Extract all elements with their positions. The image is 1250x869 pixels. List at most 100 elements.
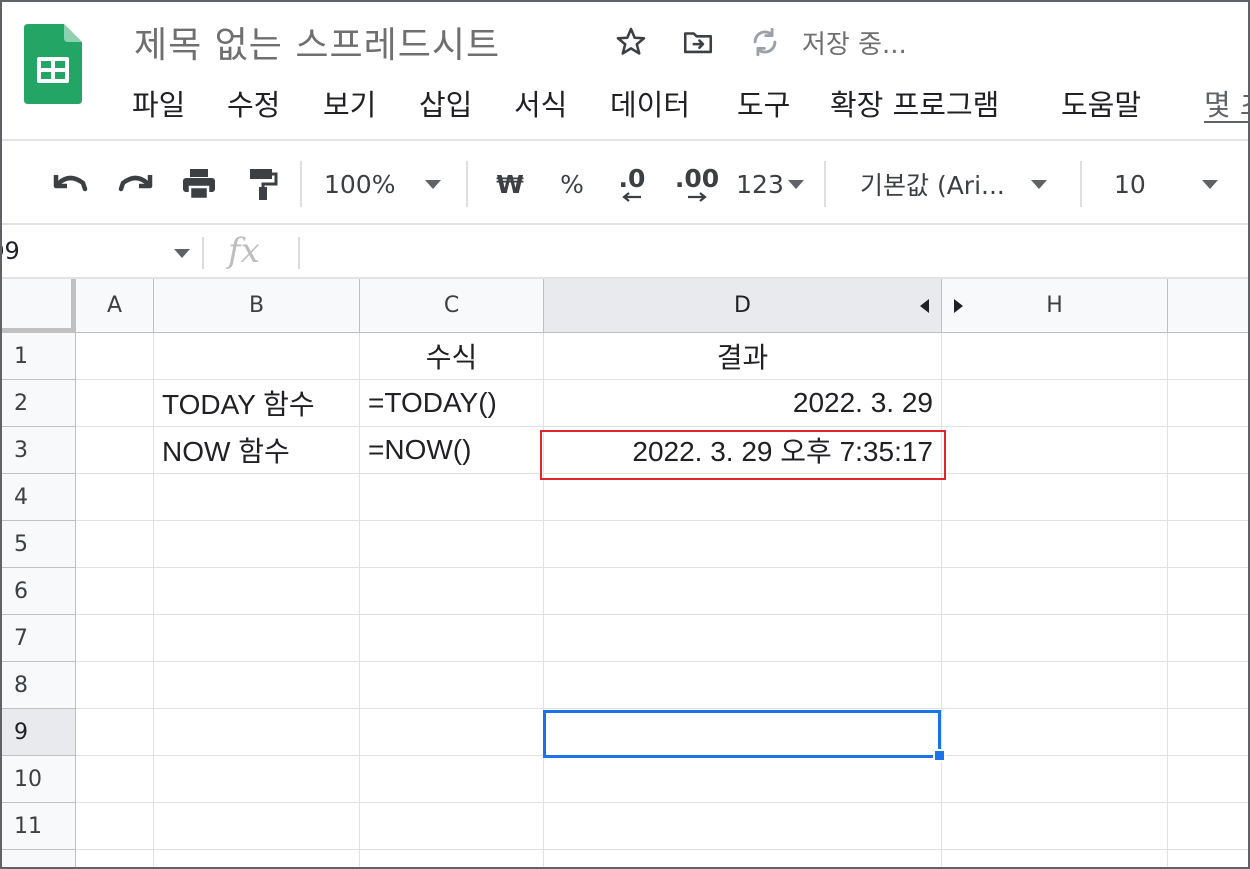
undo-button[interactable] <box>46 141 96 227</box>
grid-cell[interactable] <box>942 662 1168 709</box>
select-all-corner[interactable] <box>2 279 76 333</box>
grid-cell[interactable] <box>76 756 154 803</box>
grid-cell[interactable] <box>942 333 1168 380</box>
row-header-6[interactable]: 6 <box>2 568 76 615</box>
grid-cell[interactable] <box>76 474 154 521</box>
grid-cell[interactable] <box>942 850 1168 867</box>
column-header-b[interactable]: B <box>154 279 360 333</box>
grid-cell[interactable] <box>544 850 942 867</box>
grid-cell[interactable] <box>360 850 544 867</box>
grid-cell[interactable] <box>76 427 154 474</box>
grid-cell[interactable] <box>154 521 360 568</box>
print-button[interactable] <box>174 141 224 227</box>
column-header-a[interactable]: A <box>76 279 154 333</box>
paint-format-button[interactable] <box>238 141 288 227</box>
column-header-h[interactable]: H <box>942 279 1168 333</box>
increase-decimal-button[interactable]: .00 <box>668 141 726 227</box>
currency-format-button[interactable]: ₩ <box>488 141 532 227</box>
hidden-columns-right-arrow-icon[interactable] <box>954 299 963 313</box>
grid-cell[interactable] <box>360 568 544 615</box>
grid-cell[interactable] <box>1168 615 1248 662</box>
cell-c3[interactable]: =NOW() <box>360 427 544 474</box>
active-cell-selection[interactable] <box>543 710 941 758</box>
grid-cell[interactable] <box>1168 427 1248 474</box>
grid-cell[interactable] <box>360 615 544 662</box>
menu-format[interactable]: 서식 <box>514 82 567 124</box>
grid-cell[interactable] <box>154 333 360 380</box>
column-header-c[interactable]: C <box>360 279 544 333</box>
grid-cell[interactable] <box>154 662 360 709</box>
row-header-7[interactable]: 7 <box>2 615 76 662</box>
grid-cell[interactable] <box>1168 333 1248 380</box>
star-icon[interactable] <box>613 24 649 60</box>
column-header-d[interactable]: D <box>544 279 942 333</box>
grid-cell[interactable] <box>154 850 360 867</box>
grid-cell[interactable] <box>1168 474 1248 521</box>
grid-cell[interactable] <box>76 615 154 662</box>
grid-cell[interactable] <box>1168 709 1248 756</box>
grid-cell[interactable] <box>360 803 544 850</box>
cell-d1[interactable]: 결과 <box>544 333 942 380</box>
name-box[interactable]: D9 <box>2 225 198 279</box>
grid-cell[interactable] <box>544 521 942 568</box>
grid-cell[interactable] <box>76 709 154 756</box>
grid-cell[interactable] <box>1168 380 1248 427</box>
grid-cell[interactable] <box>1168 662 1248 709</box>
grid-cell[interactable] <box>360 709 544 756</box>
grid-cell[interactable] <box>942 521 1168 568</box>
row-header-12[interactable]: 12 <box>2 850 76 867</box>
cell-d2[interactable]: 2022. 3. 29 <box>544 380 942 427</box>
grid-cell[interactable] <box>1168 756 1248 803</box>
grid-cell[interactable] <box>154 615 360 662</box>
grid-cell[interactable] <box>76 803 154 850</box>
grid-cell[interactable] <box>154 709 360 756</box>
font-family-select[interactable]: 기본값 (Ari... <box>860 141 1064 227</box>
grid-cell[interactable] <box>76 333 154 380</box>
grid-cell[interactable] <box>942 803 1168 850</box>
grid-cell[interactable] <box>360 474 544 521</box>
grid-cell[interactable] <box>360 521 544 568</box>
grid-cell[interactable] <box>942 709 1168 756</box>
grid-cell[interactable] <box>544 615 942 662</box>
row-header-10[interactable]: 10 <box>2 756 76 803</box>
row-header-8[interactable]: 8 <box>2 662 76 709</box>
decrease-decimal-button[interactable]: .0 <box>608 141 656 227</box>
grid-cell[interactable] <box>154 803 360 850</box>
grid-cell[interactable] <box>154 568 360 615</box>
last-edit-link[interactable]: 몇 초 <box>1204 82 1248 124</box>
row-header-3[interactable]: 3 <box>2 427 76 474</box>
cell-c1[interactable]: 수식 <box>360 333 544 380</box>
grid-cell[interactable] <box>544 474 942 521</box>
grid-cell[interactable] <box>360 662 544 709</box>
grid-cell[interactable] <box>154 756 360 803</box>
redo-button[interactable] <box>110 141 160 227</box>
menu-tools[interactable]: 도구 <box>737 82 790 124</box>
grid-cell[interactable] <box>544 803 942 850</box>
column-header-next[interactable] <box>1168 279 1248 333</box>
grid-cell[interactable] <box>544 662 942 709</box>
menu-edit[interactable]: 수정 <box>227 82 280 124</box>
fill-handle[interactable] <box>933 749 946 762</box>
menu-insert[interactable]: 삽입 <box>419 82 472 124</box>
menu-help[interactable]: 도움말 <box>1061 82 1141 124</box>
google-sheets-logo-icon[interactable] <box>24 24 82 104</box>
cell-b2[interactable]: TODAY 함수 <box>154 380 360 427</box>
row-header-1[interactable]: 1 <box>2 333 76 380</box>
row-header-11[interactable]: 11 <box>2 803 76 850</box>
grid-cell[interactable] <box>942 568 1168 615</box>
menu-view[interactable]: 보기 <box>323 82 376 124</box>
menu-data[interactable]: 데이터 <box>610 82 690 124</box>
grid-cell[interactable] <box>1168 850 1248 867</box>
more-formats-button[interactable]: 123 <box>732 141 808 227</box>
menu-file[interactable]: 파일 <box>132 82 185 124</box>
menu-extensions[interactable]: 확장 프로그램 <box>830 82 999 124</box>
grid-cell[interactable] <box>544 568 942 615</box>
grid-cell[interactable] <box>76 662 154 709</box>
grid-cell[interactable] <box>76 380 154 427</box>
grid-cell[interactable] <box>76 521 154 568</box>
grid-cell[interactable] <box>544 756 942 803</box>
percent-format-button[interactable]: % <box>550 141 594 227</box>
grid-cell[interactable] <box>942 380 1168 427</box>
document-title[interactable]: 제목 없는 스프레드시트 <box>134 16 500 68</box>
row-header-4[interactable]: 4 <box>2 474 76 521</box>
